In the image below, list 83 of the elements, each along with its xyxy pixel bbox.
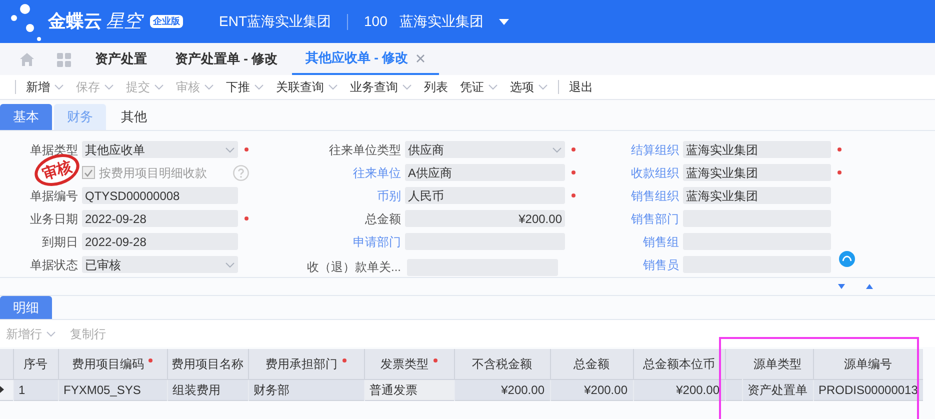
select-field[interactable]: 已审核 <box>82 256 238 274</box>
help-icon <box>233 164 249 181</box>
column-header[interactable]: 发票类型 <box>364 349 454 379</box>
chevron-down-icon <box>254 84 264 90</box>
column-header[interactable]: 费用承担部门 <box>248 349 364 379</box>
page-tab[interactable]: 资产处置 <box>81 43 161 75</box>
select-field[interactable]: 供应商 <box>405 141 565 158</box>
chevron-down-icon <box>46 330 56 336</box>
table-cell: ¥200.00 <box>550 379 633 400</box>
table-cell: 普通发票 <box>364 379 454 400</box>
table-cell: ¥200.00 <box>633 379 725 400</box>
input-field[interactable]: 蓝海实业集团 <box>683 141 831 158</box>
arrow-down-icon <box>838 284 845 288</box>
column-header[interactable]: 费用项目名称 <box>167 349 248 379</box>
input-field[interactable]: ¥200.00 <box>405 210 565 228</box>
field-label: 总金额 <box>364 210 401 228</box>
arrow-up-icon <box>866 284 873 288</box>
table-cell: 组装费用 <box>167 379 248 400</box>
column-header[interactable]: 费用项目编码 <box>58 349 167 379</box>
chevron-down-icon <box>104 84 114 90</box>
toolbar-button[interactable]: 凭证 <box>460 78 498 96</box>
toolbar-button[interactable]: 列表 <box>424 78 448 96</box>
input-field[interactable]: 人民币 <box>405 187 565 204</box>
column-header[interactable]: 不含税金额 <box>454 349 550 379</box>
table-cell: 财务部 <box>248 379 364 400</box>
input-field[interactable]: 2022-09-28 <box>82 210 238 228</box>
chevron-down-icon <box>402 84 412 90</box>
field-label: 收（退）款单关... <box>306 258 401 276</box>
table-cell: PRODIS00000013 <box>813 379 923 400</box>
header-cell <box>0 349 13 379</box>
edition-badge: 企业版 <box>150 14 183 28</box>
input-field[interactable]: QTYSD00000008 <box>82 187 238 204</box>
select-field[interactable]: 其他应收单 <box>82 141 238 158</box>
product-name: 星空 <box>106 10 142 33</box>
table-cell: ¥200.00 <box>454 379 550 400</box>
field-label: 单据状态 <box>29 256 78 274</box>
column-header[interactable]: 总金额本位币 <box>633 349 725 379</box>
input-field[interactable]: 2022-09-28 <box>82 233 238 250</box>
toolbar-button[interactable]: 新增 <box>26 78 64 96</box>
home-icon <box>20 53 34 66</box>
form-tab[interactable]: 其他 <box>108 104 160 130</box>
chevron-down-icon <box>225 146 235 153</box>
chevron-down-icon <box>54 84 64 90</box>
page-tab[interactable]: 资产处置单 - 修改 <box>161 43 292 75</box>
logo-dots-icon <box>8 2 44 42</box>
input-field[interactable]: 蓝海实业集团 <box>683 164 831 182</box>
chevron-down-icon <box>552 146 562 153</box>
chevron-down-icon <box>488 84 498 90</box>
tenant-name[interactable]: ENT蓝海实业集团 <box>219 11 331 32</box>
input-field[interactable]: 蓝海实业集团 <box>683 187 831 204</box>
column-header[interactable]: 源单类型 <box>742 349 813 379</box>
table-cell <box>725 379 742 400</box>
column-header[interactable]: 序号 <box>13 349 58 379</box>
toolbar-button[interactable]: 退出 <box>569 78 593 96</box>
toolbar-button[interactable]: 关联查询 <box>276 78 338 96</box>
chevron-down-icon <box>328 84 338 90</box>
caret-down-icon <box>499 18 510 24</box>
chevron-down-icon <box>154 84 164 90</box>
form-tab[interactable]: 基本 <box>0 104 52 130</box>
toolbar-button[interactable]: 下推 <box>226 78 264 96</box>
collapse-button-icon <box>839 251 855 267</box>
row-marker-cell[interactable] <box>0 379 13 400</box>
org-name[interactable]: 蓝海实业集团 <box>399 11 484 32</box>
grid-icon <box>57 53 71 67</box>
table-cell: 资产处置单 <box>742 379 813 400</box>
field-label: 到期日 <box>41 234 78 251</box>
table-cell: FYXM05_SYS <box>58 379 167 400</box>
chevron-down-icon <box>538 84 548 90</box>
toolbar-button[interactable]: 业务查询 <box>350 78 412 96</box>
chevron-down-icon <box>225 262 235 268</box>
field-label: 往来单位类型 <box>328 142 401 159</box>
checkmark-icon <box>84 168 93 177</box>
column-header[interactable]: 总金额 <box>550 349 633 379</box>
chevron-down-icon <box>204 84 214 90</box>
input-field[interactable]: A供应商 <box>405 164 565 182</box>
detail-tab[interactable]: 明细 <box>0 296 52 319</box>
table-cell: 1 <box>13 379 58 400</box>
brand-name: 金蝶云 <box>48 10 102 33</box>
toolbar-button[interactable]: 选项 <box>510 78 548 96</box>
field-label: 业务日期 <box>29 210 78 228</box>
column-header[interactable]: 源单编号 <box>813 349 923 379</box>
org-code: 100 <box>364 12 388 31</box>
close-icon <box>416 54 426 62</box>
